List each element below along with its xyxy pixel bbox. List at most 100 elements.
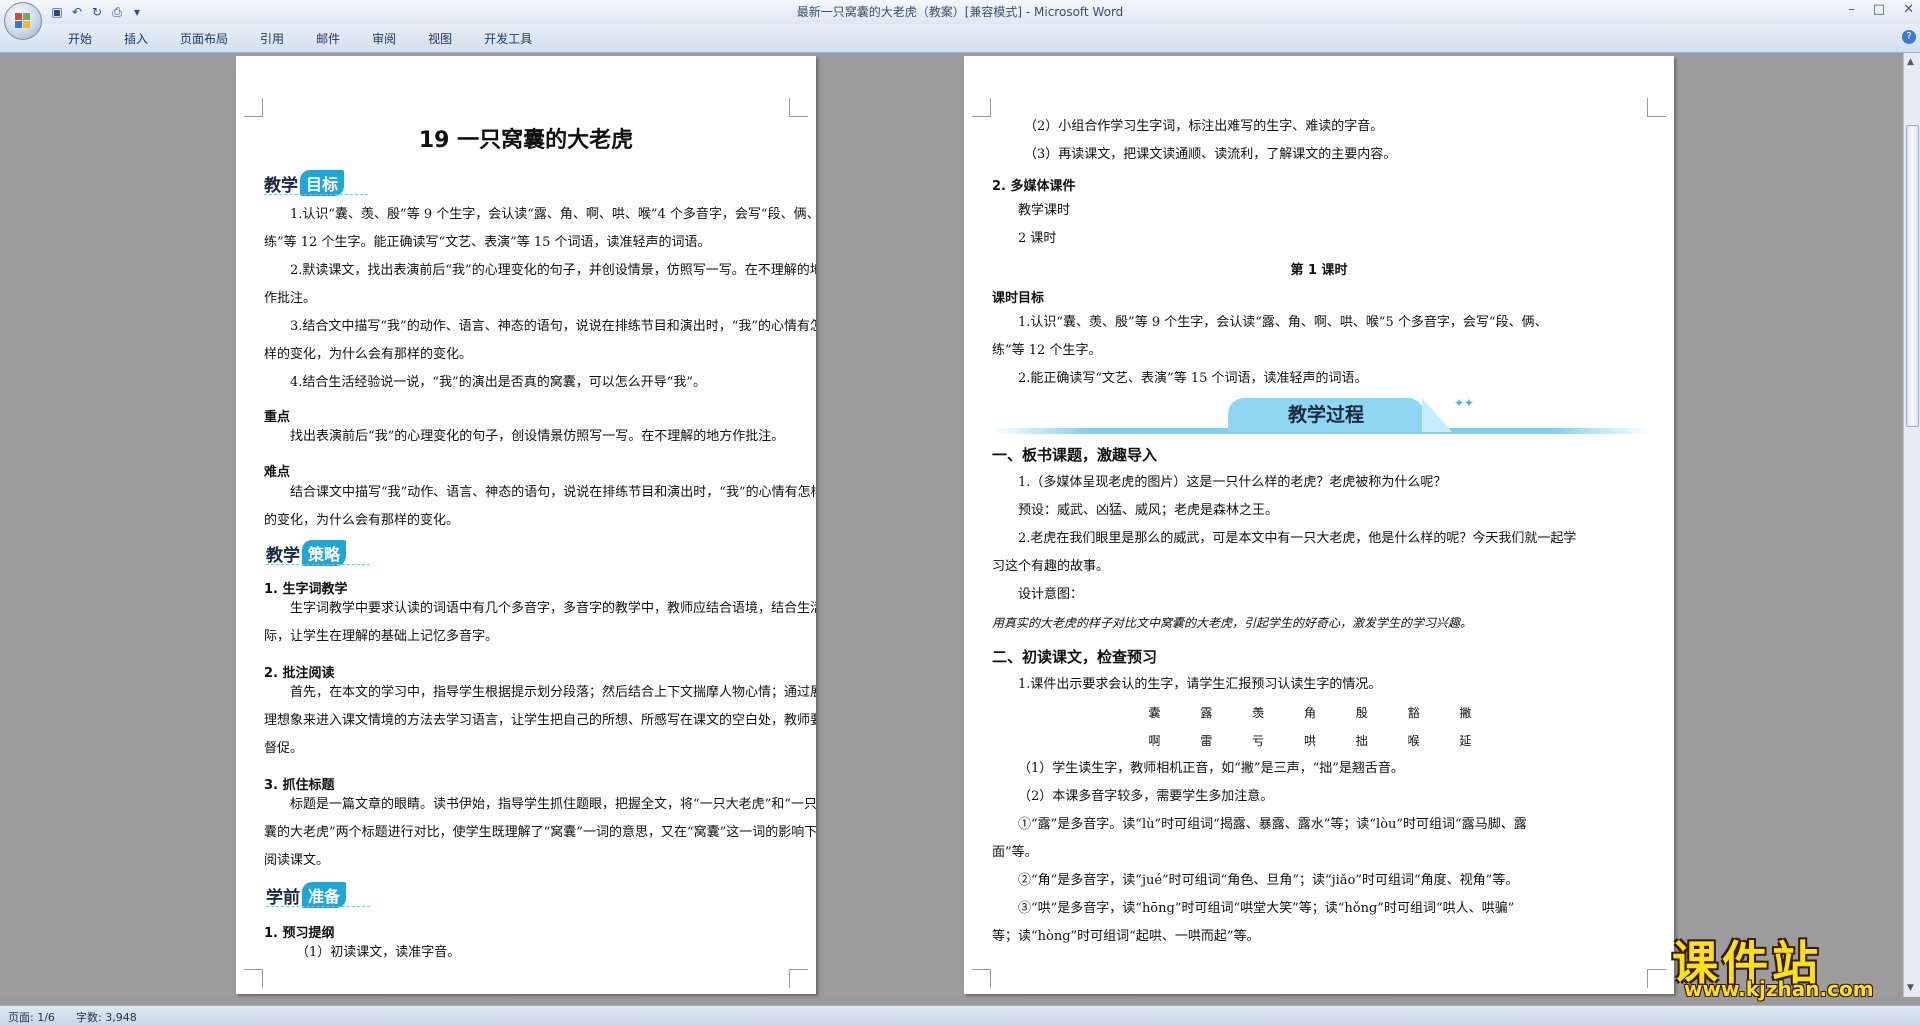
section-1-line: 习这个有趣的故事。 [992, 559, 1110, 574]
difficulty-line: 结合课文中描写“我”动作、语言、神态的语句，说说在排练节目和演出时，“我”的心情… [290, 485, 816, 500]
periods-value: 2 课时 [1018, 231, 1057, 246]
badge-underline [266, 564, 370, 565]
page-indicator[interactable]: 页面: 1/6 [8, 1009, 55, 1025]
section-2-line: 面”等。 [992, 845, 1038, 860]
badge-underline [266, 906, 370, 907]
splash-icon: ✦✦ [1454, 396, 1475, 410]
strategy-3-title: 3. 抓住标题 [264, 778, 335, 793]
section-1-line: 预设：威武、凶猛、威风；老虎是森林之王。 [1018, 503, 1279, 518]
section-2-title: 二、初读课文，检查预习 [992, 648, 1158, 666]
section-2-line: （1）学生读生字，教师相机正音，如“撇”是三声，“拙”是翘舌音。 [1018, 761, 1404, 776]
key-point-text: 找出表演前后“我”的心理变化的句子，创设情景仿照写一写。在不理解的地方作批注。 [290, 429, 785, 444]
char-row-1: 囊 露 羡 角 殷 豁 撇 [1148, 706, 1490, 720]
strategy-1-line: 际，让学生在理解的基础上记忆多音字。 [264, 629, 499, 644]
goal-line: 样的变化，为什么会有那样的变化。 [264, 347, 473, 362]
lesson-goal-label: 课时目标 [992, 291, 1045, 306]
periods-label: 教学课时 [1018, 203, 1071, 218]
document-page-2: （2）小组合作学习生字词，标注出难写的生字、难读的字音。 （3）再读课文，把课文… [964, 56, 1674, 994]
lesson-title: 19 一只窝囊的大老虎 [418, 128, 634, 153]
goal-line: 4.结合生活经验说一说，“我”的演出是否真的窝囊，可以怎么开导“我”。 [290, 375, 706, 390]
banner-title: 教学过程 [1228, 398, 1424, 432]
key-point-label: 重点 [264, 410, 291, 425]
close-button[interactable]: ✕ [1903, 2, 1914, 17]
goal-line: 作批注。 [264, 291, 317, 306]
teaching-process-banner: 教学过程 ✦✦ [992, 396, 1650, 436]
tab-developer[interactable]: 开发工具 [468, 30, 548, 47]
window-title: 最新一只窝囊的大老虎（教案）[兼容模式] - Microsoft Word [796, 5, 1124, 19]
maximize-button[interactable]: □ [1873, 2, 1885, 17]
scroll-up-icon[interactable]: ▲ [1907, 57, 1914, 67]
badge-highlight: 目标 [300, 170, 345, 196]
tab-insert[interactable]: 插入 [108, 30, 164, 47]
tab-mailings[interactable]: 邮件 [300, 30, 356, 47]
badge-text: 教学 [264, 175, 298, 196]
prep-line: （3）再读课文，把课文读通顺、读流利，了解课文的主要内容。 [1024, 147, 1397, 162]
tab-view[interactable]: 视图 [412, 30, 468, 47]
goal-line: 1.认识“囊、羡、殷”等 9 个生字，会认读“露、角、啊、哄、喉”4 个多音字，… [290, 207, 816, 222]
minimize-button[interactable]: – [1848, 2, 1855, 17]
help-icon[interactable]: ? [1902, 30, 1916, 44]
strategy-1-title: 1. 生字词教学 [264, 582, 348, 597]
crop-mark [244, 969, 263, 988]
office-button[interactable] [4, 2, 42, 40]
crop-mark [1647, 98, 1666, 117]
badge-highlight: 策略 [302, 540, 347, 566]
lesson-1-heading: 第 1 课时 [1290, 263, 1348, 278]
section-2-line: ③“哄”是多音字，读“hōng”时可组词“哄堂大笑”等；读“hǒng”时可组词“… [1018, 901, 1515, 916]
badge-text: 学前 [266, 887, 300, 908]
scrollbar-thumb[interactable] [1906, 125, 1919, 427]
office-logo-icon [15, 13, 31, 29]
goal-line: 2.默读课文，找出表演前后“我”的心理变化的句子，并创设情景，仿照写一写。在不理… [290, 263, 816, 278]
strategy-1-line: 生字词教学中要求认读的词语中有几个多音字，多音字的教学中，教师应结合语境，结合生… [290, 601, 816, 616]
strategy-2-line: 督促。 [264, 741, 304, 756]
lesson-goal-line: 1.认识“囊、羡、殷”等 9 个生字，会认读“露、角、啊、哄、喉”5 个多音字，… [1018, 315, 1548, 330]
strategy-3-line: 标题是一篇文章的眼睛。读书伊始，指导学生抓住题眼，把握全文，将“一只大老虎”和“… [290, 797, 816, 812]
vertical-scrollbar[interactable]: ▲ ▼ [1903, 53, 1920, 997]
crop-mark [1647, 969, 1666, 988]
prep-line: （2）小组合作学习生字词，标注出难写的生字、难读的字音。 [1024, 119, 1384, 134]
section-1-line: 2.老虎在我们眼里是那么的威武，可是本文中有一只大老虎，他是什么样的呢？今天我们… [1018, 531, 1577, 546]
section-2-line: （2）本课多音字较多，需要学生多加注意。 [1018, 789, 1274, 804]
prep-badge: 学前 准备 [266, 882, 347, 908]
tab-review[interactable]: 审阅 [356, 30, 412, 47]
site-watermark: 课件站 www.kjzhan.com [1672, 927, 1912, 1001]
difficulty-line: 的变化，为什么会有那样的变化。 [264, 513, 460, 528]
tab-page-layout[interactable]: 页面布局 [164, 30, 244, 47]
strategy-2-line: 理想象来进入课文情境的方法去学习语言，让学生把自己的所想、所感写在课文的空白处，… [264, 713, 816, 728]
design-label: 设计意图： [1018, 587, 1084, 602]
crop-mark [972, 969, 991, 988]
document-page-1: 19 一只窝囊的大老虎 教学 目标 1.认识“囊、羡、殷”等 9 个生字，会认读… [236, 56, 816, 994]
lesson-goal-line: 2.能正确读写“文艺、表演”等 15 个词语，读准轻声的词语。 [1018, 371, 1368, 386]
window-controls: – □ ✕ [1848, 2, 1914, 17]
status-bar: 页面: 1/6 字数: 3,948 [0, 1005, 1920, 1026]
section-1-line: 1.（多媒体呈现老虎的图片）这是一只什么样的老虎？老虎被称为什么呢？ [1018, 475, 1447, 490]
section-1-title: 一、板书课题，激趣导入 [992, 446, 1158, 464]
char-row-2: 啊 雷 亏 哄 拙 喉 延 [1148, 734, 1490, 748]
goal-line: 3.结合文中描写“我”的动作、语言、神态的语句，说说在排练节目和演出时，“我”的… [290, 319, 816, 334]
section-2-line: ①“露”是多音字。读“lù”时可组词“揭露、暴露、露水”等；读“lòu”时可组词… [1018, 817, 1527, 832]
strategy-3-line: 阅读课文。 [264, 853, 330, 868]
difficulty-label: 难点 [264, 465, 291, 480]
lesson-goal-line: 练”等 12 个生字。 [992, 343, 1102, 358]
crop-mark [972, 98, 991, 117]
tab-home[interactable]: 开始 [52, 30, 108, 47]
title-bar: ▣ ↶ ↻ ⎙ ▾ 最新一只窝囊的大老虎（教案）[兼容模式] - Microso… [0, 0, 1920, 24]
tab-references[interactable]: 引用 [244, 30, 300, 47]
strategy-2-line: 首先，在本文的学习中，指导学生根据提示划分段落；然后结合上下文揣摩人物心情；通过… [290, 685, 816, 700]
section-2-intro: 1.课件出示要求会认的生字，请学生汇报预习认读生字的情况。 [1018, 677, 1382, 692]
strategy-3-line: 囊的大老虎”两个标题进行对比，使学生既理解了“窝囊”一词的意思，又在“窝囊”这一… [264, 825, 816, 840]
word-count[interactable]: 字数: 3,948 [76, 1009, 137, 1025]
section-2-line: 等；读“hòng”时可组词“起哄、一哄而起”等。 [992, 929, 1260, 944]
strategy-2-title: 2. 批注阅读 [264, 666, 335, 681]
crop-mark [244, 98, 263, 117]
design-text: 用真实的大老虎的样子对比文中窝囊的大老虎，引起学生的好奇心，激发学生的学习兴趣。 [992, 616, 1473, 630]
watermark-url: www.kjzhan.com [1684, 977, 1874, 1001]
goal-badge: 教学 目标 [264, 170, 345, 196]
strategy-badge: 教学 策略 [266, 540, 347, 566]
goal-line: 练”等 12 个生字。能正确读写“文艺、表演”等 15 个词语，读准轻声的词语。 [264, 235, 711, 250]
crop-mark [789, 98, 808, 117]
badge-text: 教学 [266, 545, 300, 566]
ribbon-tabs: 开始 插入 页面布局 引用 邮件 审阅 视图 开发工具 ? [0, 24, 1920, 53]
section-2-line: ②“角”是多音字，读“jué”时可组词“角色、旦角”；读“jiǎo”时可组词“角… [1018, 873, 1519, 888]
media-title: 2. 多媒体课件 [992, 179, 1076, 194]
